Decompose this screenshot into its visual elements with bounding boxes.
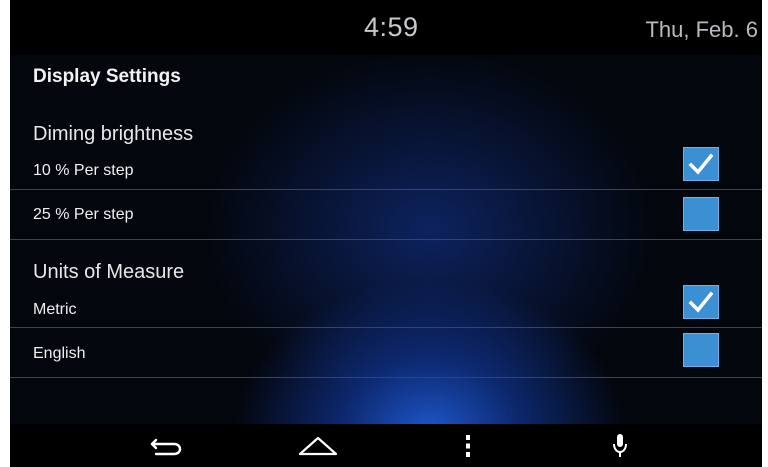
navigation-bar bbox=[10, 424, 762, 467]
checkbox-10-percent[interactable] bbox=[683, 147, 719, 181]
divider bbox=[10, 189, 762, 190]
status-bar: 4:59 Thu, Feb. 6 bbox=[10, 0, 762, 55]
checkmark-icon bbox=[688, 291, 714, 313]
home-icon bbox=[298, 436, 338, 455]
checkmark-icon bbox=[688, 153, 714, 175]
clock: 4:59 bbox=[364, 12, 419, 42]
display-settings-screen: 4:59 Thu, Feb. 6 Display Settings Diming… bbox=[10, 0, 762, 467]
option-label-25-percent: 25 % Per step bbox=[33, 206, 134, 223]
option-label-english: English bbox=[33, 345, 86, 362]
divider bbox=[10, 327, 762, 328]
voice-button[interactable] bbox=[596, 430, 644, 461]
microphone-icon bbox=[613, 433, 627, 457]
checkbox-25-percent[interactable] bbox=[683, 197, 719, 231]
divider bbox=[10, 239, 762, 240]
back-button[interactable] bbox=[142, 430, 190, 461]
checkbox-english[interactable] bbox=[683, 333, 719, 367]
option-label-10-percent: 10 % Per step bbox=[33, 162, 134, 179]
home-button[interactable] bbox=[294, 430, 342, 461]
page-title: Display Settings bbox=[33, 66, 181, 87]
option-label-metric: Metric bbox=[33, 301, 77, 318]
checkbox-metric[interactable] bbox=[683, 285, 719, 319]
date: Thu, Feb. 6 bbox=[645, 17, 758, 42]
divider bbox=[10, 377, 762, 378]
menu-icon bbox=[466, 434, 470, 457]
section-heading-units: Units of Measure bbox=[33, 261, 185, 283]
back-icon bbox=[150, 438, 182, 455]
menu-button[interactable] bbox=[444, 430, 492, 461]
section-heading-dimming: Diming brightness bbox=[33, 123, 194, 145]
